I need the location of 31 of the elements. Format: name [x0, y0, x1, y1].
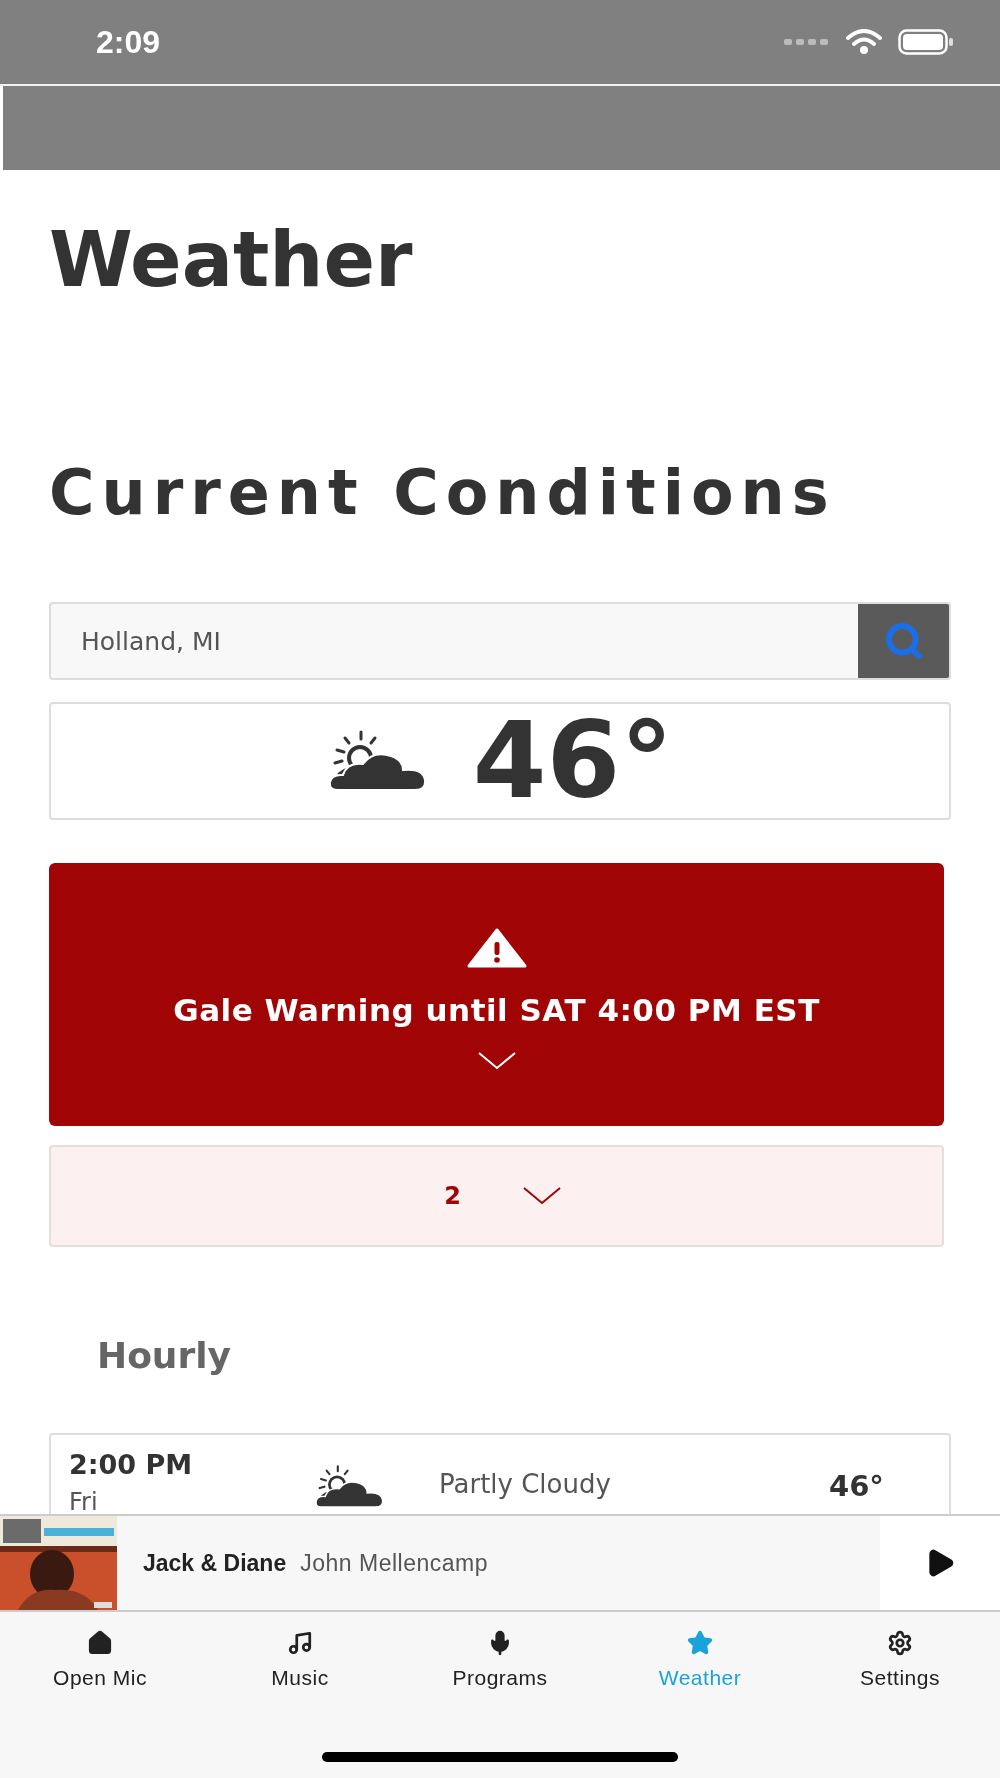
tab[interactable]: Settings	[800, 1630, 1000, 1690]
star-icon	[687, 1630, 713, 1656]
wifi-icon	[846, 29, 882, 55]
alert-text: Gale Warning until SAT 4:00 PM EST	[173, 991, 820, 1028]
alert-count: 2	[444, 1182, 461, 1210]
settings-icon	[887, 1630, 913, 1656]
battery-icon	[898, 29, 954, 55]
track-title: Jack & Diane	[143, 1549, 287, 1577]
hour-day: Fri	[69, 1488, 314, 1514]
section-title: Current Conditions	[49, 458, 836, 528]
hour-time: 2:00 PM	[69, 1449, 194, 1480]
tab[interactable]: Music	[200, 1630, 400, 1690]
tab[interactable]: Open Mic	[0, 1630, 200, 1690]
play-button[interactable]	[880, 1516, 1000, 1610]
tab[interactable]: Programs	[400, 1630, 600, 1690]
chevron-icon[interactable]	[522, 1187, 561, 1205]
partly-cloudy-icon	[314, 1465, 384, 1509]
signal-icon	[784, 38, 830, 46]
music-icon	[287, 1630, 313, 1656]
home-icon	[87, 1630, 113, 1656]
hour-temperature: 46°	[829, 1469, 885, 1503]
track-artist: John Mellencamp	[300, 1549, 488, 1577]
status-time: 2:09	[96, 23, 161, 61]
mini-player[interactable]: Jack & Diane John Mellencamp	[0, 1514, 1000, 1612]
more-alerts-bar[interactable]: 2	[49, 1145, 944, 1247]
warning-icon	[466, 927, 527, 968]
alert-banner[interactable]: Gale Warning until SAT 4:00 PM EST	[49, 863, 944, 1126]
hourly-title: Hourly	[97, 1334, 232, 1378]
hour-condition: Partly Cloudy	[439, 1469, 612, 1499]
page-title: Weather	[49, 220, 413, 300]
current-temperature: 46°	[472, 708, 674, 814]
